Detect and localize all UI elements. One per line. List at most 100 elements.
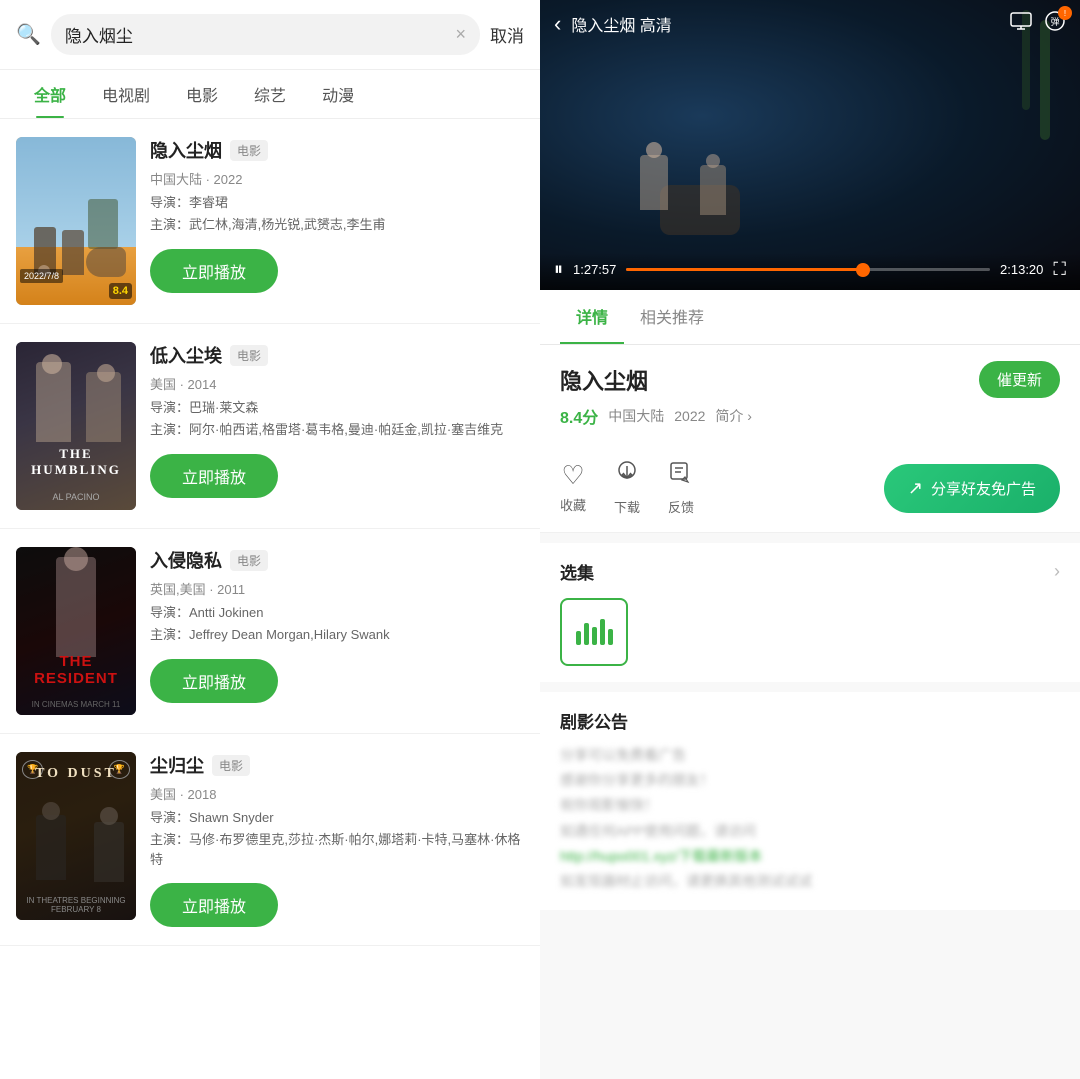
search-icon: 🔍 (16, 22, 41, 47)
video-time-current: 1:27:57 (573, 262, 616, 277)
movie-title-row: 隐入尘烟 电影 (150, 137, 524, 163)
episodes-arrow[interactable]: › (1054, 561, 1060, 582)
poster-date: 2022/7/8 (20, 269, 63, 283)
search-input-area[interactable]: 隐入烟尘 × (51, 14, 480, 55)
download-label: 下载 (614, 497, 640, 516)
search-bar: 🔍 隐入烟尘 × 取消 (0, 0, 540, 70)
episode-bar (576, 631, 581, 645)
movie-poster-2[interactable]: THE HUMBLING AL PACINO (16, 342, 136, 510)
movie-meta: 英国,美国 · 2011 (150, 579, 524, 598)
detail-year: 2022 (674, 408, 705, 424)
movie-type-badge: 电影 (230, 550, 268, 571)
video-player: ‹ 隐入尘烟 高清 弹 ! (540, 0, 1080, 290)
svg-text:弹: 弹 (1050, 16, 1059, 27)
detail-tabs: 详情 相关推荐 (540, 290, 1080, 345)
episode-bars (576, 619, 613, 645)
speed-badge: ! (1058, 6, 1072, 20)
episodes-section: 选集 › (540, 543, 1080, 682)
episode-bar (600, 619, 605, 645)
speed-icon[interactable]: 弹 ! (1044, 10, 1066, 38)
list-item: THE HUMBLING AL PACINO 低入尘埃 电影 美国 · 2014… (0, 324, 540, 529)
episode-bar (608, 629, 613, 645)
video-back-button[interactable]: ‹ (554, 11, 561, 37)
video-icons: 弹 ! (1010, 10, 1066, 38)
tab-tv[interactable]: 电视剧 (84, 70, 168, 118)
left-panel: 🔍 隐入烟尘 × 取消 全部 电视剧 电影 综艺 动漫 (0, 0, 540, 1079)
tab-related[interactable]: 相关推荐 (624, 290, 720, 344)
movie-title: 入侵隐私 (150, 547, 222, 573)
update-button[interactable]: 催更新 (979, 361, 1060, 398)
download-icon (614, 460, 640, 493)
cast-icon[interactable] (1010, 12, 1032, 36)
play-button-3[interactable]: 立即播放 (150, 659, 278, 703)
share-ad-label: 分享好友免广告 (931, 478, 1036, 499)
play-button-4[interactable]: 立即播放 (150, 883, 278, 927)
description-text: 分享可以免费看广告 感谢你分享更多的朋友！ 祝你观影愉快！ 如遇任何APP使用问… (560, 743, 1060, 894)
episode-item-1[interactable] (560, 598, 628, 666)
movie-poster-1[interactable]: 2022/7/8 8.4 (16, 137, 136, 305)
detail-intro-link[interactable]: 简介 › (715, 406, 752, 426)
video-title: 隐入尘烟 高清 (571, 12, 1010, 36)
fullscreen-button[interactable]: ⛶ (1053, 259, 1066, 280)
tab-all[interactable]: 全部 (16, 70, 84, 118)
description-link[interactable]: http://hupo001.xyz/下载最新版本 (560, 844, 1060, 869)
collect-button[interactable]: ♡ 收藏 (560, 460, 586, 516)
video-progress-thumb[interactable] (856, 263, 870, 277)
movie-title-row: 低入尘埃 电影 (150, 342, 524, 368)
right-panel: ‹ 隐入尘烟 高清 弹 ! (540, 0, 1080, 1079)
movie-actors: 主演：Jeffrey Dean Morgan,Hilary Swank (150, 625, 524, 645)
cancel-button[interactable]: 取消 (490, 22, 524, 47)
movie-info-4: 尘归尘 电影 美国 · 2018 导演：Shawn Snyder 主演：马修·布… (150, 752, 524, 927)
video-top-bar: ‹ 隐入尘烟 高清 弹 ! (540, 0, 1080, 48)
download-button[interactable]: 下载 (614, 460, 640, 516)
description-title: 剧影公告 (560, 708, 1060, 733)
movie-director: 导演：巴瑞·莱文森 (150, 397, 524, 416)
tab-movie[interactable]: 电影 (168, 70, 236, 118)
video-progress-track[interactable] (626, 268, 990, 271)
action-icons: ♡ 收藏 下载 (560, 460, 694, 516)
collect-label: 收藏 (560, 495, 586, 514)
movie-title: 尘归尘 (150, 752, 204, 778)
movie-meta: 美国 · 2018 (150, 784, 524, 803)
movie-title-row: 尘归尘 电影 (150, 752, 524, 778)
movie-type-badge: 电影 (212, 755, 250, 776)
movie-director: 导演：Shawn Snyder (150, 807, 524, 826)
movie-info-2: 低入尘埃 电影 美国 · 2014 导演：巴瑞·莱文森 主演：阿尔·帕西诺,格雷… (150, 342, 524, 498)
list-item: THE RESIDENT IN CINEMAS MARCH 11 入侵隐私 电影… (0, 529, 540, 734)
movie-director: 导演：Antti Jokinen (150, 602, 524, 621)
search-clear-button[interactable]: × (455, 24, 466, 45)
movie-info-3: 入侵隐私 电影 英国,美国 · 2011 导演：Antti Jokinen 主演… (150, 547, 524, 703)
movie-actors: 主演：武仁林,海清,杨光锐,武赟志,李生甫 (150, 215, 524, 235)
tab-anime[interactable]: 动漫 (304, 70, 372, 118)
episodes-title: 选集 (560, 559, 594, 584)
movie-type-badge: 电影 (230, 345, 268, 366)
tab-detail[interactable]: 详情 (560, 290, 624, 344)
filter-tabs: 全部 电视剧 电影 综艺 动漫 (0, 70, 540, 119)
movie-actors: 主演：阿尔·帕西诺,格雷塔·葛韦格,曼迪·帕廷金,凯拉·塞吉维克 (150, 420, 524, 440)
play-button-1[interactable]: 立即播放 (150, 249, 278, 293)
episode-bar (584, 623, 589, 645)
share-ad-button[interactable]: ↗ 分享好友免广告 (884, 464, 1060, 513)
detail-country: 中国大陆 (608, 406, 664, 426)
tab-variety[interactable]: 综艺 (236, 70, 304, 118)
movie-title-row: 入侵隐私 电影 (150, 547, 524, 573)
feedback-icon (668, 460, 694, 493)
description-section: 剧影公告 分享可以免费看广告 感谢你分享更多的朋友！ 祝你观影愉快！ 如遇任何A… (540, 692, 1080, 910)
pause-button[interactable]: ⏸ (554, 259, 563, 280)
video-time-total: 2:13:20 (1000, 262, 1043, 277)
list-item: 2022/7/8 8.4 隐入尘烟 电影 中国大陆 · 2022 导演：李睿珺 … (0, 119, 540, 324)
heart-icon: ♡ (561, 460, 584, 491)
video-progress-row: ⏸ 1:27:57 2:13:20 ⛶ (554, 259, 1066, 280)
detail-score-row: 8.4分 中国大陆 2022 简介 › (560, 404, 1060, 428)
movie-title: 隐入尘烟 (150, 137, 222, 163)
video-progress-fill (626, 268, 862, 271)
movie-poster-4[interactable]: 🏆 🏆 TO DUST IN THEATRES BEGINNING FEBRUA… (16, 752, 136, 920)
movie-type-badge: 电影 (230, 140, 268, 161)
action-row: ♡ 收藏 下载 (540, 444, 1080, 533)
feedback-button[interactable]: 反馈 (668, 460, 694, 516)
episode-bar (592, 627, 597, 645)
movie-poster-3[interactable]: THE RESIDENT IN CINEMAS MARCH 11 (16, 547, 136, 715)
play-button-2[interactable]: 立即播放 (150, 454, 278, 498)
share-icon: ↗ (908, 478, 923, 499)
detail-score: 8.4分 (560, 404, 598, 428)
